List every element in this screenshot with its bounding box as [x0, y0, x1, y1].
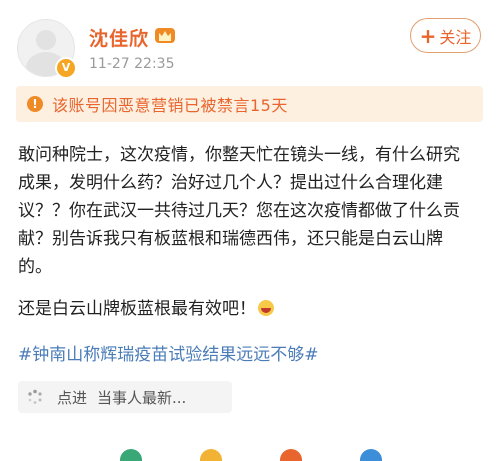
action-icon[interactable] — [280, 449, 302, 461]
loading-spinner-icon — [28, 389, 42, 404]
hashtag-link[interactable]: #钟南山称辉瑞疫苗试验结果远远不够# — [18, 341, 319, 369]
follow-button[interactable]: + 关注 — [410, 18, 481, 53]
post-paragraph-2-text: 还是白云山牌板蓝根最有效吧！ — [18, 299, 256, 319]
related-card-title: 当事人最新... — [97, 388, 187, 407]
related-card-prefix: 点进 — [57, 388, 88, 407]
post-timestamp: 11-27 22:35 — [89, 56, 175, 72]
post-body: 敢问种院士，这次疫情，你整天忙在镜头一线，有什么研究 成果，发明什么药？治好过几… — [18, 141, 488, 281]
laughing-emoji-icon — [258, 300, 274, 316]
crown-icon — [155, 28, 175, 43]
action-bar-partial — [120, 449, 420, 461]
follow-label: 关注 — [439, 27, 472, 47]
warning-icon: ! — [27, 96, 43, 112]
post-body-line: 议？？你在武汉一共待过几天？您在这次疫情都做了什么贡 — [18, 201, 460, 221]
username[interactable]: 沈佳欣 — [89, 24, 149, 51]
post-body-line: 的。 — [18, 257, 52, 277]
ban-notice-text: 该账号因恶意营销已被禁言15天 — [52, 96, 288, 115]
post-body-line: 成果，发明什么药？治好过几个人？提出过什么合理化建 — [18, 173, 443, 193]
post-body-line: 敢问种院士，这次疫情，你整天忙在镜头一线，有什么研究 — [18, 145, 460, 165]
verified-badge-icon: V — [55, 57, 77, 79]
plus-icon: + — [419, 23, 437, 48]
action-icon[interactable] — [200, 449, 222, 461]
post-paragraph-2: 还是白云山牌板蓝根最有效吧！ — [18, 295, 274, 323]
ban-notice: ! 该账号因恶意营销已被禁言15天 — [16, 86, 483, 122]
related-card[interactable]: 点进 当事人最新... — [18, 381, 232, 413]
post-body-line: 献？别告诉我只有板蓝根和瑞德西伟，还只能是白云山牌 — [18, 229, 443, 249]
action-icon[interactable] — [120, 449, 142, 461]
action-icon[interactable] — [360, 449, 382, 461]
